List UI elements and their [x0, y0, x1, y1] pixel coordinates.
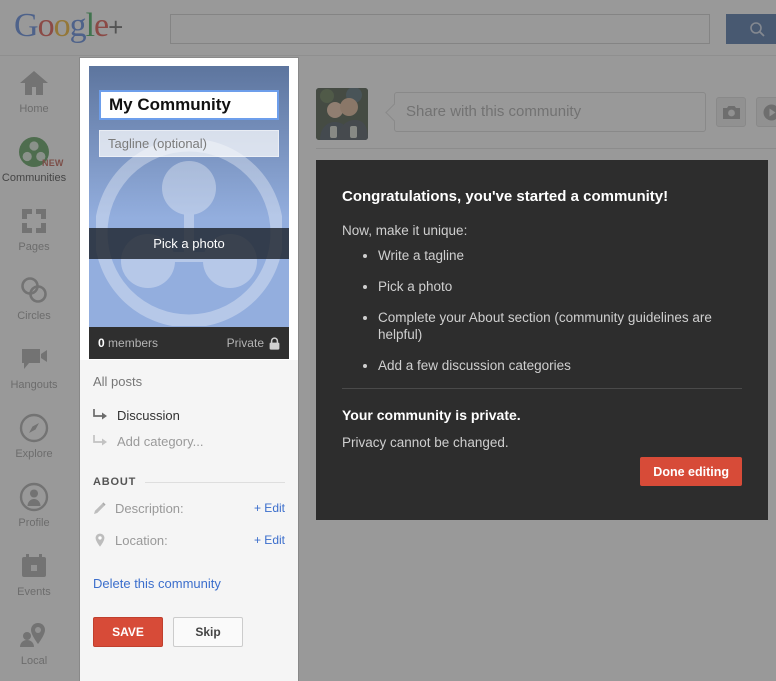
- about-label-description: Description:: [115, 500, 184, 516]
- about-section-header: ABOUT: [93, 476, 285, 488]
- arrow-branch-icon: [93, 435, 107, 446]
- arrow-branch-icon: [93, 409, 107, 420]
- member-count-label: members: [108, 336, 159, 350]
- tooltip-bullet-list: Write a tagline Pick a photo Complete yo…: [342, 247, 742, 374]
- tooltip-privacy-note: Privacy cannot be changed.: [342, 435, 509, 450]
- about-row-location: Location: + Edit: [93, 524, 285, 556]
- community-cover-wrapper: My Community Tagline (optional) Pick a p…: [80, 58, 298, 360]
- onboarding-tooltip-panel: Congratulations, you've started a commun…: [316, 160, 768, 520]
- tooltip-bullet: Pick a photo: [378, 278, 742, 295]
- about-heading: ABOUT: [93, 476, 137, 488]
- about-label-location: Location:: [115, 532, 168, 548]
- skip-button[interactable]: Skip: [173, 617, 243, 647]
- google-plus-community-setup-screen: Google+ Home: [0, 0, 776, 681]
- community-tagline-input[interactable]: Tagline (optional): [99, 130, 279, 157]
- tooltip-bullet: Add a few discussion categories: [378, 357, 742, 374]
- community-side-panel: All posts Discussion Add category... ABO…: [80, 360, 298, 647]
- privacy-label: Private: [226, 336, 264, 350]
- community-name-input[interactable]: My Community: [99, 90, 279, 120]
- edit-location-link[interactable]: + Edit: [254, 533, 285, 547]
- pencil-icon: [94, 502, 106, 514]
- edit-description-link[interactable]: + Edit: [254, 501, 285, 515]
- done-editing-button[interactable]: Done editing: [640, 457, 742, 486]
- tooltip-bullet: Write a tagline: [378, 247, 742, 264]
- category-item-add-category[interactable]: Add category...: [93, 428, 285, 454]
- member-count-number: 0: [98, 336, 105, 350]
- community-cover-footer: 0 members Private: [89, 327, 289, 359]
- tooltip-privacy-title: Your community is private.: [342, 407, 521, 423]
- pick-a-photo-button[interactable]: Pick a photo: [89, 228, 289, 259]
- member-count: 0 members: [98, 336, 158, 350]
- map-pin-icon: [95, 533, 105, 547]
- lock-icon: [269, 336, 280, 350]
- save-button[interactable]: SAVE: [93, 617, 163, 647]
- tooltip-divider: [342, 388, 742, 389]
- tooltip-title: Congratulations, you've started a commun…: [342, 188, 669, 205]
- tooltip-lead: Now, make it unique:: [342, 223, 468, 238]
- category-label-add-category: Add category...: [117, 433, 204, 449]
- delete-community-link[interactable]: Delete this community: [93, 576, 285, 591]
- community-editor-card: My Community Tagline (optional) Pick a p…: [80, 58, 298, 681]
- category-item-discussion[interactable]: Discussion: [93, 402, 285, 428]
- about-row-description: Description: + Edit: [93, 492, 285, 524]
- community-cover: My Community Tagline (optional) Pick a p…: [89, 66, 289, 359]
- privacy-indicator: Private: [227, 336, 280, 350]
- category-label-discussion: Discussion: [117, 407, 180, 423]
- tooltip-bullet: Complete your About section (community g…: [378, 309, 742, 343]
- about-divider: [145, 481, 285, 483]
- editor-button-row: SAVE Skip: [93, 617, 285, 647]
- all-posts-label[interactable]: All posts: [93, 374, 285, 389]
